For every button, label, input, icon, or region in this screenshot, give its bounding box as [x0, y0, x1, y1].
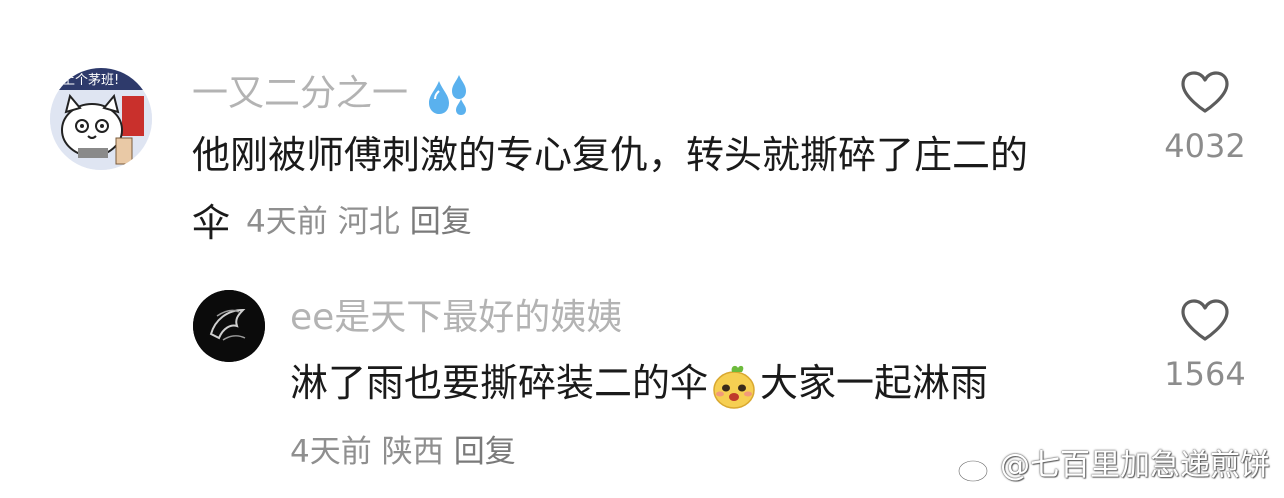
avatar-caption: 上个茅班! [62, 73, 119, 88]
smiling-face-sticker-icon [713, 365, 755, 409]
heart-icon [1181, 71, 1229, 113]
comment-text-before-emoji: 淋了雨也要撕碎装二的伞 [290, 361, 709, 405]
username[interactable]: ee是天下最好的姨姨 [290, 296, 622, 340]
avatar[interactable]: 上个茅班! [50, 68, 152, 170]
username-text: ee是天下最好的姨姨 [290, 297, 623, 338]
comment-meta: 4天前 河北 回复 [246, 202, 472, 242]
comment-text-after-emoji: 大家一起淋雨 [760, 361, 989, 405]
comment-text-line1: 他刚被师傅刺激的专心复仇，转头就撕碎了庄二的 [192, 133, 1029, 177]
reply-button[interactable]: 回复 [410, 204, 472, 240]
weibo-icon [957, 450, 996, 482]
like-count: 4032 [1164, 127, 1246, 165]
reply-button[interactable]: 回复 [454, 434, 516, 470]
comment-meta: 4天前 陕西 回复 [290, 432, 516, 472]
comment-text: 他刚被师傅刺激的专心复仇，转头就撕碎了庄二的 [192, 122, 1028, 188]
like-count: 1564 [1164, 355, 1246, 393]
timestamp: 4天前 [290, 434, 372, 470]
watermark: @七百里加急递煎饼 [956, 446, 1270, 486]
comment-item: 上个茅班! 一又二分之一 他刚被师傅刺激的专心复仇，转头就撕碎了庄二的 伞 4天… [0, 0, 1284, 260]
dragon-avatar-icon [193, 290, 265, 362]
cat-avatar-icon: 上个茅班! [50, 68, 152, 170]
sweat-droplets-icon [429, 75, 467, 115]
location: 河北 [337, 204, 400, 240]
avatar[interactable] [193, 290, 265, 362]
location: 陕西 [381, 434, 444, 470]
timestamp: 4天前 [246, 204, 328, 240]
username-text: 一又二分之一 [192, 73, 409, 114]
comment-text: 淋了雨也要撕碎装二的伞 大家一起淋雨 [290, 350, 988, 416]
like-button[interactable]: 1564 [1150, 298, 1260, 394]
like-button[interactable]: 4032 [1150, 70, 1260, 166]
comment-text-continued: 伞 [192, 190, 230, 256]
username[interactable]: 一又二分之一 [192, 72, 473, 117]
heart-icon [1181, 299, 1229, 341]
watermark-text: @七百里加急递煎饼 [1000, 448, 1270, 483]
comment-text-line2: 伞 [192, 201, 231, 245]
